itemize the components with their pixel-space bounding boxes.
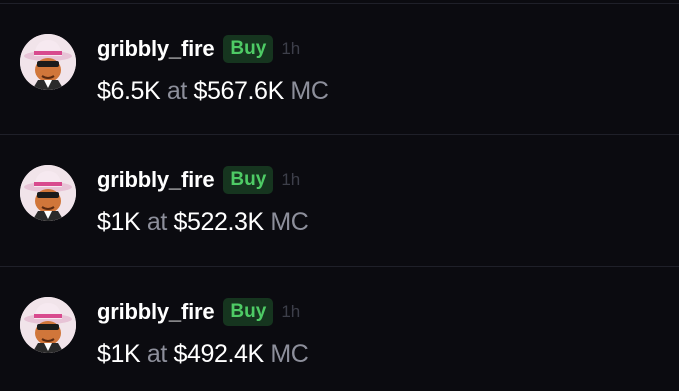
trade-amount: $6.5K xyxy=(97,77,161,105)
trade-header: gribbly_fire Buy 1h xyxy=(97,297,300,327)
timestamp: 1h xyxy=(281,302,301,321)
username-link[interactable]: gribbly_fire xyxy=(97,299,215,325)
buy-badge: Buy xyxy=(223,35,274,63)
trade-header: gribbly_fire Buy 1h xyxy=(97,165,300,195)
at-label: at xyxy=(146,208,167,236)
trade-amount: $1K xyxy=(97,208,141,236)
market-cap-value: $567.6K xyxy=(193,77,285,105)
mc-label: MC xyxy=(290,77,329,105)
mc-label: MC xyxy=(270,340,309,368)
trade-amount: $1K xyxy=(97,340,141,368)
user-avatar[interactable] xyxy=(20,34,76,90)
mc-label: MC xyxy=(270,208,309,236)
timestamp: 1h xyxy=(281,39,301,58)
at-label: at xyxy=(166,77,187,105)
trade-row[interactable]: gribbly_fire Buy 1h $1K at $522.3K MC xyxy=(0,135,679,265)
at-label: at xyxy=(146,340,167,368)
trade-amount-line: $1K at $522.3K MC xyxy=(97,208,309,237)
trade-feed: gribbly_fire Buy 1h $6.5K at $567.6K MC xyxy=(0,0,679,391)
username-link[interactable]: gribbly_fire xyxy=(97,36,215,62)
trade-row[interactable]: gribbly_fire Buy 1h $6.5K at $567.6K MC xyxy=(0,4,679,134)
timestamp: 1h xyxy=(281,170,301,189)
buy-badge: Buy xyxy=(223,298,274,326)
user-avatar[interactable] xyxy=(20,165,76,221)
buy-badge: Buy xyxy=(223,166,274,194)
user-avatar[interactable] xyxy=(20,297,76,353)
username-link[interactable]: gribbly_fire xyxy=(97,167,215,193)
market-cap-value: $492.4K xyxy=(173,340,264,368)
trade-row[interactable]: gribbly_fire Buy 1h $1K at $492.4K MC xyxy=(0,267,679,391)
trade-amount-line: $1K at $492.4K MC xyxy=(97,340,309,369)
trade-amount-line: $6.5K at $567.6K MC xyxy=(97,77,329,106)
market-cap-value: $522.3K xyxy=(173,208,264,236)
trade-header: gribbly_fire Buy 1h xyxy=(97,34,300,64)
